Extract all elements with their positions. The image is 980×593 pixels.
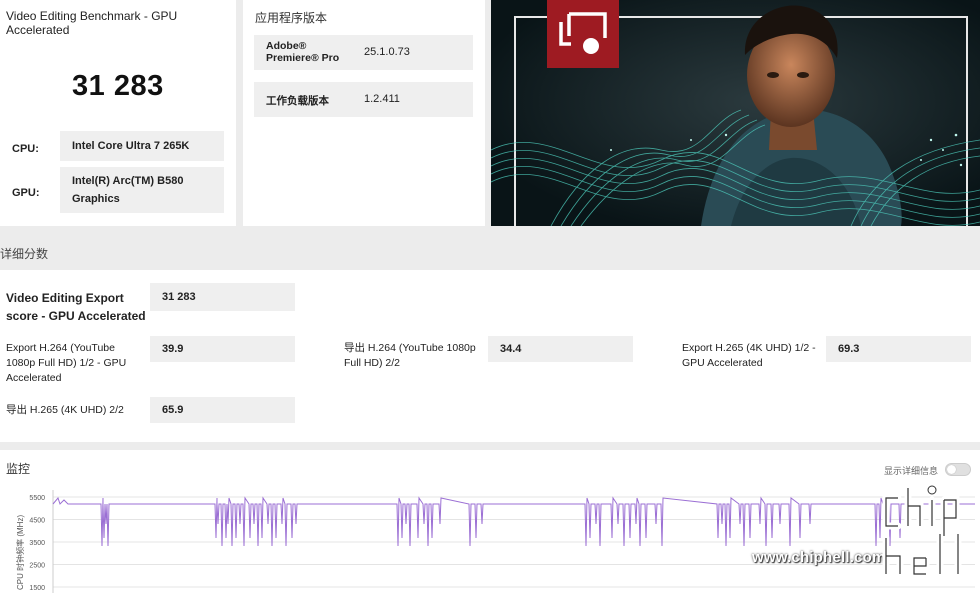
benchmark-score: 31 283 bbox=[72, 70, 164, 102]
y-tick-label: 4500 bbox=[29, 518, 45, 525]
premiere-brand-icon bbox=[547, 0, 619, 68]
detail-value-h264-2: 34.4 bbox=[488, 336, 633, 362]
detail-label-h265-2: 导出 H.265 (4K UHD) 2/2 bbox=[6, 404, 124, 416]
workload-version-value: 1.2.411 bbox=[364, 93, 400, 105]
gpu-label: GPU: bbox=[12, 187, 40, 199]
app-version-row: Adobe® Premiere® Pro 25.1.0.73 bbox=[254, 35, 473, 70]
details-title: 详细分数 bbox=[0, 247, 49, 261]
detail-value-h265-2: 65.9 bbox=[150, 397, 295, 423]
cpu-clock-chart: CPU 时钟频率 (MHz) 5500 4500 3500 2500 1500 bbox=[15, 490, 975, 593]
app-version-value: 25.1.0.73 bbox=[364, 46, 410, 58]
detail-value-h265-1: 69.3 bbox=[826, 336, 971, 362]
y-tick-label: 2500 bbox=[29, 563, 45, 570]
hero-image bbox=[491, 0, 980, 226]
y-tick-label: 1500 bbox=[29, 585, 45, 592]
chiphell-logo bbox=[882, 484, 962, 578]
y-tick-label: 5500 bbox=[29, 495, 45, 502]
export-score-value: 31 283 bbox=[150, 283, 295, 311]
app-name-label: Adobe® Premiere® Pro bbox=[266, 40, 340, 64]
detail-value-h264-1: 39.9 bbox=[150, 336, 295, 362]
export-score-label: Video Editing Export score - GPU Acceler… bbox=[6, 291, 146, 323]
detail-label-h264-2: 导出 H.264 (YouTube 1080p Full HD) 2/2 bbox=[344, 342, 476, 369]
y-tick-label: 3500 bbox=[29, 540, 45, 547]
cpu-value: Intel Core Ultra 7 265K bbox=[60, 131, 224, 161]
workload-version-row: 工作负载版本 1.2.411 bbox=[254, 82, 473, 117]
detail-label-h265-1: Export H.265 (4K UHD) 1/2 - GPU Accelera… bbox=[682, 342, 816, 369]
app-version-title: 应用程序版本 bbox=[255, 11, 328, 25]
benchmark-title: Video Editing Benchmark - GPU Accelerate… bbox=[6, 9, 178, 37]
workload-version-label: 工作负载版本 bbox=[266, 95, 329, 107]
cpu-clock-series bbox=[52, 496, 975, 547]
watermark-text: www.chiphell.com bbox=[752, 549, 886, 566]
gpu-value: Intel(R) Arc(TM) B580 Graphics bbox=[60, 167, 224, 213]
cpu-label: CPU: bbox=[12, 143, 39, 155]
y-axis-label: CPU 时钟频率 (MHz) bbox=[15, 515, 25, 590]
detail-label-h264-1: Export H.264 (YouTube 1080p Full HD) 1/2… bbox=[6, 342, 127, 384]
